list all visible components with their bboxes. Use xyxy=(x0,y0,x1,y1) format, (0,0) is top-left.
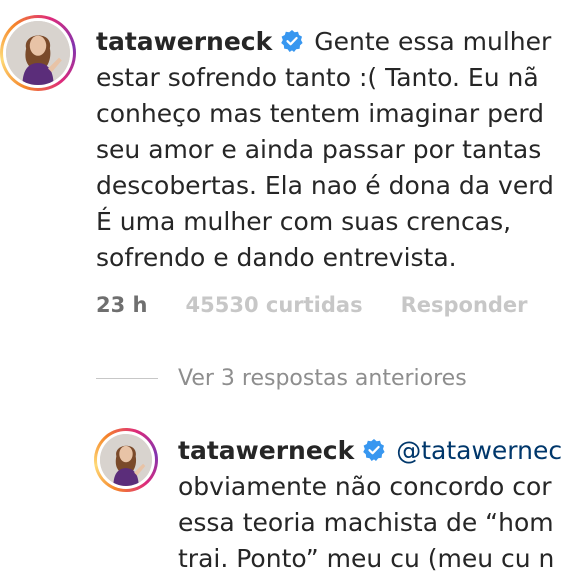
likes-count[interactable]: 45530 curtidas xyxy=(186,293,363,317)
verified-badge-icon xyxy=(362,438,386,462)
comment-text-line: seu amor e ainda passar por tantas xyxy=(96,135,542,164)
reply-username[interactable]: tatawerneck xyxy=(178,436,354,465)
view-replies-label: Ver 3 respostas anteriores xyxy=(178,365,467,391)
comment-first-line: tatawerneck Gente essa mulher xyxy=(96,24,554,60)
comment-text-line: sofrendo e dando entrevista. xyxy=(96,243,457,272)
reply-first-line: tatawerneck @tatawernec xyxy=(178,433,562,469)
comment-timestamp: 23 h xyxy=(96,293,148,317)
view-previous-replies[interactable]: Ver 3 respostas anteriores xyxy=(96,362,467,394)
reply-mention-link[interactable]: @tatawernec xyxy=(396,436,562,465)
reply-button[interactable]: Responder xyxy=(401,293,528,317)
comment-text-line: É uma mulher com suas crencas, xyxy=(96,207,512,236)
avatar-portrait-image xyxy=(100,434,152,486)
verified-badge-icon xyxy=(280,29,304,53)
comment-text-line: conheço mas tentem imaginar perd xyxy=(96,99,545,128)
avatar-gap xyxy=(97,431,155,489)
comment-text-line: descobertas. Ela nao é dona da verd xyxy=(96,171,554,200)
reply-text-line: essa teoria machista de “hom xyxy=(178,508,554,537)
comment-text-line: estar sofrendo tanto :( Tanto. Eu nã xyxy=(96,63,539,92)
comment-meta: 23 h 45530 curtidas Responder xyxy=(96,290,528,320)
avatar-gap xyxy=(3,18,73,88)
comment-body: tatawerneck Gente essa mulher estar sofre… xyxy=(96,24,554,276)
comment-avatar[interactable] xyxy=(0,15,76,91)
reply-body: tatawerneck @tatawernec obviamente não co… xyxy=(178,433,562,577)
comment-text-line: Gente essa mulher xyxy=(314,27,552,56)
reply-text-line: obviamente não concordo cor xyxy=(178,472,552,501)
replies-divider xyxy=(96,377,158,379)
comment-username[interactable]: tatawerneck xyxy=(96,27,272,56)
reply-text-line: trai. Ponto” meu cu (meu cu n xyxy=(178,544,555,573)
avatar-photo xyxy=(100,434,152,486)
avatar-photo xyxy=(6,21,70,85)
avatar-portrait-image xyxy=(6,21,70,85)
reply-avatar[interactable] xyxy=(94,428,158,492)
